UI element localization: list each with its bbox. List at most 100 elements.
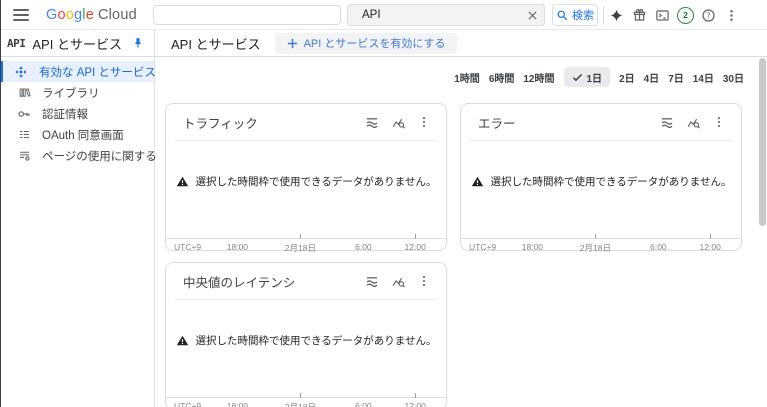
- axis-label: 18:00: [226, 401, 249, 407]
- enable-api-button[interactable]: API とサービスを有効にする: [274, 32, 458, 54]
- cloud-logo-word: Cloud: [97, 7, 137, 23]
- explore-chart-icon[interactable]: [390, 114, 406, 130]
- key-icon: [17, 107, 31, 121]
- time-option-label: 1日: [586, 73, 603, 85]
- no-data-notice: 選択した時間枠で使用できるデータがありません。: [461, 174, 741, 189]
- warning-icon: [176, 176, 188, 187]
- card-menu-icon[interactable]: [711, 114, 727, 130]
- axis-label: 18:00: [226, 242, 249, 252]
- pin-icon[interactable]: [132, 37, 144, 49]
- search-button-label: 検索: [572, 10, 594, 22]
- x-axis: UTC+9 18:00 2月18日 6:00 12:00: [166, 393, 446, 407]
- sidebar: 有効な API とサービス ライブラリ 認証情報 OAuth 同意画面 ページの…: [0, 57, 180, 407]
- agreements-icon: [17, 149, 31, 163]
- google-cloud-logo[interactable]: Google Cloud: [46, 0, 137, 30]
- card-menu-icon[interactable]: [416, 114, 432, 130]
- gemini-sparkle-icon[interactable]: [608, 7, 625, 24]
- sidebar-item-page-usage-agreements[interactable]: ページの使用に関する契約: [0, 145, 180, 166]
- topbar-divider: [603, 6, 604, 24]
- menu-icon[interactable]: [13, 9, 29, 21]
- card-divider: [470, 140, 732, 141]
- sidebar-item-label: 有効な API とサービス: [39, 66, 156, 79]
- card-title: エラー: [478, 116, 516, 131]
- search-button[interactable]: 検索: [552, 4, 598, 26]
- chart-card-traffic: トラフィック 選択した時間枠で使用できるデータがありません。 UTC+9 18:…: [165, 103, 447, 253]
- no-data-message: 選択した時間枠で使用できるデータがありません。: [195, 335, 437, 347]
- page-title: API とサービス: [171, 36, 261, 52]
- explore-chart-icon[interactable]: [390, 273, 406, 289]
- no-data-notice: 選択した時間枠で使用できるデータがありません。: [166, 333, 446, 348]
- product-header: API API とサービス API とサービス API とサービスを有効にする: [0, 30, 767, 57]
- legend-toggle-icon[interactable]: [364, 273, 380, 289]
- time-option-7d[interactable]: 7日: [668, 70, 684, 85]
- scrollbar-thumb[interactable]: [759, 58, 766, 226]
- sidebar-item-label: ライブラリ: [42, 87, 100, 100]
- avatar[interactable]: 2: [677, 6, 694, 24]
- project-selector[interactable]: [153, 5, 341, 25]
- time-option-1d-selected[interactable]: 1日: [563, 67, 611, 87]
- check-icon: [572, 73, 582, 81]
- warning-icon: [176, 335, 188, 346]
- sidebar-item-library[interactable]: ライブラリ: [0, 82, 154, 103]
- time-option-2d[interactable]: 2日: [619, 70, 635, 85]
- time-range-selector: 1時間 6時間 12時間 1日 2日 4日 7日 14日 30日: [156, 67, 744, 87]
- sidebar-item-credentials[interactable]: 認証情報: [0, 103, 154, 124]
- product-header-left: API API とサービス: [0, 30, 155, 56]
- chart-card-median-latency: 中央値のレイテンシ 選択した時間枠で使用できるデータがありません。 UTC+9: [165, 262, 447, 407]
- axis-label: UTC+9: [174, 401, 202, 407]
- axis-label: 6:00: [355, 401, 372, 407]
- consent-screen-icon: [17, 128, 31, 142]
- card-title: トラフィック: [183, 116, 258, 131]
- google-logo-word: Google: [46, 7, 94, 23]
- card-divider: [175, 299, 437, 300]
- product-logo: API: [7, 36, 26, 50]
- clear-search-icon[interactable]: [522, 5, 542, 25]
- enabled-apis-icon: [14, 65, 28, 79]
- topbar-actions: 2 ?: [608, 0, 740, 30]
- product-title: API とサービス: [32, 36, 122, 52]
- axis-label: 12:00: [404, 242, 426, 252]
- gift-icon[interactable]: [631, 7, 648, 24]
- legend-toggle-icon[interactable]: [659, 114, 675, 130]
- more-options-icon[interactable]: [723, 7, 740, 24]
- axis-label: 12:00: [404, 401, 426, 407]
- time-option-4d[interactable]: 4日: [644, 70, 660, 85]
- axis-label: 18:00: [521, 242, 544, 252]
- chart-card-errors: エラー 選択した時間枠で使用できるデータがありません。 UTC+9 18:00 …: [460, 103, 742, 253]
- time-option-6h[interactable]: 6時間: [489, 70, 515, 85]
- card-menu-icon[interactable]: [416, 273, 432, 289]
- axis-label: 12:00: [699, 242, 721, 252]
- axis-label: 2月18日: [284, 243, 316, 253]
- time-option-1h[interactable]: 1時間: [454, 70, 480, 85]
- search-input[interactable]: [348, 9, 522, 21]
- card-header: エラー: [461, 104, 741, 140]
- chart-cards: トラフィック 選択した時間枠で使用できるデータがありません。 UTC+9 18:…: [156, 87, 767, 407]
- no-data-notice: 選択した時間枠で使用できるデータがありません。: [166, 174, 446, 189]
- axis-label: UTC+9: [469, 242, 497, 252]
- axis-label: 6:00: [650, 242, 667, 252]
- svg-text:?: ?: [706, 11, 710, 20]
- card-title: 中央値のレイテンシ: [183, 275, 296, 290]
- explore-chart-icon[interactable]: [685, 114, 701, 130]
- x-axis: UTC+9 18:00 2月18日 6:00 12:00: [166, 234, 446, 253]
- help-icon[interactable]: ?: [700, 7, 717, 24]
- warning-icon: [471, 176, 483, 187]
- main-content: 1時間 6時間 12時間 1日 2日 4日 7日 14日 30日 トラフィック: [156, 57, 767, 407]
- card-header: 中央値のレイテンシ: [166, 263, 446, 299]
- time-option-14d[interactable]: 14日: [693, 70, 714, 85]
- time-option-12h[interactable]: 12時間: [523, 70, 554, 85]
- cloud-shell-icon[interactable]: [654, 7, 671, 24]
- sidebar-item-label: OAuth 同意画面: [42, 129, 124, 142]
- search-bar: [347, 4, 545, 26]
- sidebar-item-oauth-consent[interactable]: OAuth 同意画面: [0, 124, 154, 145]
- no-data-message: 選択した時間枠で使用できるデータがありません。: [195, 176, 437, 188]
- sidebar-item-enabled-apis[interactable]: 有効な API とサービス: [0, 61, 156, 82]
- time-option-30d[interactable]: 30日: [723, 70, 744, 85]
- page-header: API とサービス API とサービスを有効にする: [155, 30, 767, 56]
- card-divider: [175, 140, 437, 141]
- legend-toggle-icon[interactable]: [364, 114, 380, 130]
- library-icon: [17, 86, 31, 100]
- enable-api-button-label: API とサービスを有効にする: [303, 38, 446, 50]
- axis-label: 6:00: [355, 242, 372, 252]
- no-data-message: 選択した時間枠で使用できるデータがありません。: [490, 176, 732, 188]
